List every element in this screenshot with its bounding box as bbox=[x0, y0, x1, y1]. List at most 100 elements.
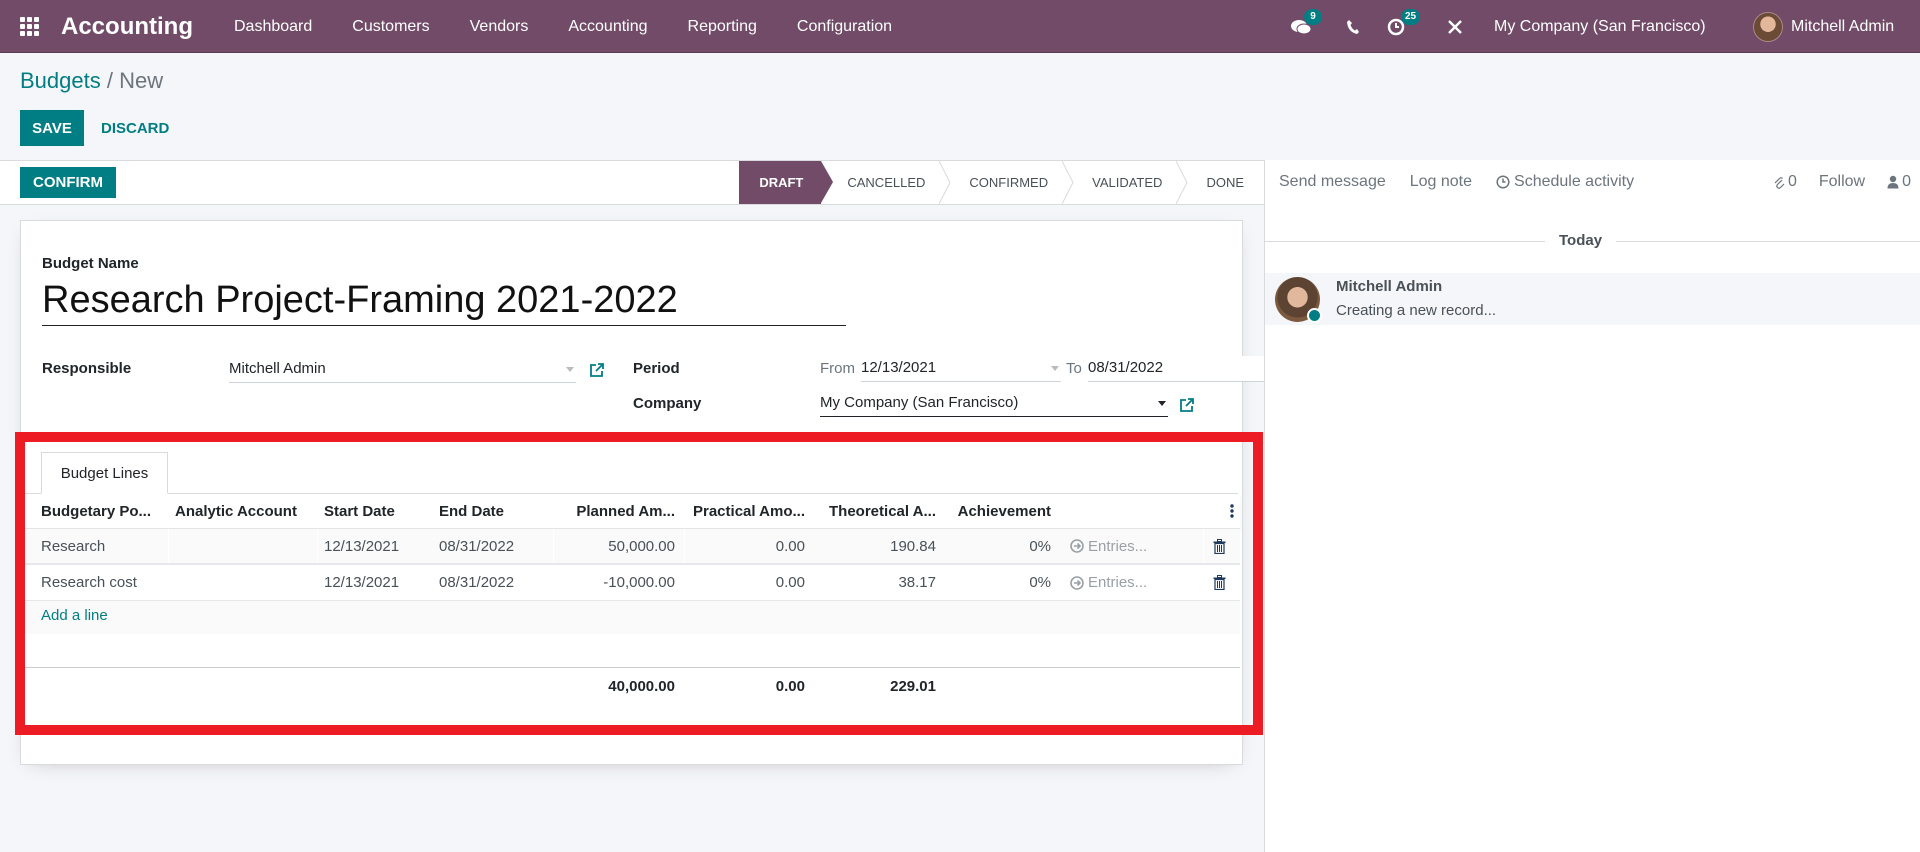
table-filler bbox=[25, 634, 1240, 668]
message-author[interactable]: Mitchell Admin bbox=[1336, 278, 1442, 295]
apps-menu-icon[interactable] bbox=[20, 0, 40, 53]
clock-icon bbox=[1496, 175, 1510, 189]
col-analytic-account[interactable]: Analytic Account bbox=[175, 494, 297, 528]
cell-theoretical-amount: 38.17 bbox=[898, 574, 936, 591]
chatter-topbar: Send message Log note Schedule activity … bbox=[1279, 160, 1911, 204]
breadcrumb-budgets[interactable]: Budgets bbox=[20, 68, 101, 93]
table-header: Budgetary Po... Analytic Account Start D… bbox=[25, 494, 1240, 529]
tools-icon bbox=[1448, 19, 1462, 34]
main-menu: Dashboard Customers Vendors Accounting R… bbox=[214, 0, 912, 53]
chatter-message: Mitchell Admin Creating a new record... bbox=[1265, 273, 1920, 325]
entries-button[interactable]: Entries... bbox=[1070, 565, 1147, 600]
period-to-field[interactable]: 08/31/2022 bbox=[1088, 356, 1288, 382]
followers-count: 0 bbox=[1902, 173, 1911, 190]
chevron-down-icon[interactable] bbox=[1051, 366, 1059, 371]
chevron-down-icon[interactable] bbox=[566, 367, 574, 372]
arrow-circle-right-icon bbox=[1070, 539, 1084, 553]
period-from-value: 12/13/2021 bbox=[861, 359, 937, 376]
cell-planned-amount: -10,000.00 bbox=[603, 574, 675, 591]
status-bar: CONFIRM DRAFT CANCELLED CONFIRMED VALIDA… bbox=[0, 160, 1264, 205]
col-start-date[interactable]: Start Date bbox=[324, 494, 395, 528]
add-a-line-link[interactable]: Add a line bbox=[41, 607, 108, 624]
external-link-icon[interactable] bbox=[1179, 397, 1195, 413]
message-body: Creating a new record... bbox=[1336, 302, 1497, 319]
activities-badge: 25 bbox=[1401, 9, 1421, 25]
cell-divider bbox=[168, 529, 169, 563]
stage-cancelled[interactable]: CANCELLED bbox=[821, 161, 951, 204]
attachments-count: 0 bbox=[1787, 173, 1797, 190]
followers-button[interactable]: 0 bbox=[1887, 173, 1911, 191]
top-navbar: Accounting Dashboard Customers Vendors A… bbox=[0, 0, 1920, 53]
form-sheet: Budget Name Research Project-Framing 202… bbox=[20, 220, 1288, 765]
chevron-down-icon[interactable] bbox=[1158, 401, 1166, 406]
external-link-icon[interactable] bbox=[589, 362, 605, 378]
stage-done[interactable]: DONE bbox=[1182, 161, 1264, 204]
delete-row-button[interactable] bbox=[1213, 529, 1226, 563]
schedule-activity-label: Schedule activity bbox=[1514, 173, 1635, 190]
menu-dashboard[interactable]: Dashboard bbox=[214, 18, 332, 36]
menu-vendors[interactable]: Vendors bbox=[450, 18, 549, 36]
cell-divider bbox=[317, 529, 318, 563]
delete-row-button[interactable] bbox=[1213, 565, 1226, 600]
table-row[interactable]: Research 12/13/2021 08/31/2022 50,000.00… bbox=[25, 529, 1240, 565]
stage-confirmed[interactable]: CONFIRMED bbox=[945, 161, 1074, 204]
phone-icon bbox=[1347, 19, 1359, 34]
app-title[interactable]: Accounting bbox=[61, 0, 193, 53]
to-label: To bbox=[1066, 360, 1082, 377]
responsible-field[interactable]: Mitchell Admin bbox=[229, 357, 576, 383]
menu-customers[interactable]: Customers bbox=[332, 18, 449, 36]
entries-button[interactable]: Entries... bbox=[1070, 529, 1147, 563]
online-status-icon bbox=[1307, 308, 1322, 323]
menu-accounting[interactable]: Accounting bbox=[548, 18, 667, 36]
company-switcher[interactable]: My Company (San Francisco) bbox=[1494, 0, 1706, 53]
cell-divider bbox=[684, 529, 685, 563]
col-theoretical-amount[interactable]: Theoretical A... bbox=[829, 494, 936, 528]
col-practical-amount[interactable]: Practical Amo... bbox=[693, 494, 805, 528]
discard-button[interactable]: DISCARD bbox=[101, 110, 169, 146]
trash-icon bbox=[1213, 538, 1226, 554]
send-message-button[interactable]: Send message bbox=[1279, 173, 1386, 191]
optional-columns-toggle[interactable] bbox=[1230, 494, 1234, 528]
cell-achievement: 0% bbox=[1029, 537, 1051, 555]
user-avatar bbox=[1753, 11, 1783, 42]
confirm-button[interactable]: CONFIRM bbox=[20, 167, 116, 198]
stage-confirmed-label: CONFIRMED bbox=[969, 175, 1049, 190]
cell-end-date: 08/31/2022 bbox=[439, 574, 515, 591]
menu-reporting[interactable]: Reporting bbox=[668, 18, 777, 36]
col-budgetary-position[interactable]: Budgetary Po... bbox=[41, 494, 151, 528]
schedule-activity-button[interactable]: Schedule activity bbox=[1496, 173, 1634, 191]
messaging-button[interactable]: 9 bbox=[1290, 0, 1322, 53]
user-menu[interactable]: Mitchell Admin bbox=[1753, 0, 1894, 53]
budget-name-input[interactable]: Research Project-Framing 2021-2022 bbox=[42, 276, 846, 326]
col-planned-amount[interactable]: Planned Am... bbox=[576, 494, 675, 528]
from-label: From bbox=[820, 360, 855, 377]
table-row[interactable]: Research cost 12/13/2021 08/31/2022 -10,… bbox=[25, 565, 1240, 601]
activities-button[interactable]: 25 bbox=[1387, 0, 1421, 53]
log-note-button[interactable]: Log note bbox=[1410, 173, 1472, 191]
message-author-avatar[interactable] bbox=[1275, 277, 1322, 323]
attachments-button[interactable]: 0 bbox=[1773, 173, 1797, 191]
follow-button[interactable]: Follow bbox=[1819, 173, 1865, 191]
entries-label: Entries... bbox=[1088, 574, 1148, 591]
stage-done-label: DONE bbox=[1206, 175, 1244, 190]
save-button[interactable]: SAVE bbox=[20, 110, 84, 146]
tab-budget-lines[interactable]: Budget Lines bbox=[41, 452, 168, 494]
stage-validated[interactable]: VALIDATED bbox=[1068, 161, 1188, 204]
voip-button[interactable] bbox=[1346, 0, 1360, 53]
company-value: My Company (San Francisco) bbox=[820, 394, 1019, 411]
breadcrumb: Budgets / New bbox=[20, 68, 163, 94]
period-from-field[interactable]: 12/13/2021 bbox=[861, 356, 1061, 382]
cell-start-date: 12/13/2021 bbox=[324, 574, 400, 591]
debug-tools-button[interactable] bbox=[1447, 0, 1463, 53]
breadcrumb-current: New bbox=[119, 68, 164, 93]
stage-cancelled-label: CANCELLED bbox=[847, 175, 926, 190]
entries-label: Entries... bbox=[1088, 537, 1148, 555]
responsible-label: Responsible bbox=[42, 360, 132, 377]
company-field[interactable]: My Company (San Francisco) bbox=[820, 391, 1168, 417]
col-end-date[interactable]: End Date bbox=[439, 494, 504, 528]
col-achievement[interactable]: Achievement bbox=[958, 494, 1051, 528]
menu-configuration[interactable]: Configuration bbox=[777, 18, 912, 36]
paperclip-icon bbox=[1774, 177, 1785, 189]
table-totals: 40,000.00 0.00 229.01 bbox=[25, 668, 1240, 704]
cell-divider bbox=[1203, 529, 1204, 563]
